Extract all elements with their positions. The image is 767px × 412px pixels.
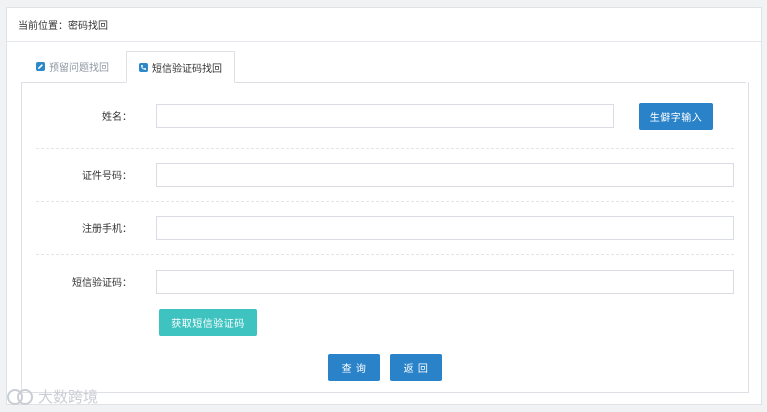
tab-bar: 预留问题找回 短信验证码找回 <box>22 51 746 83</box>
name-label: 姓名： <box>102 112 132 123</box>
watermark-text: 大数跨境 <box>38 388 99 406</box>
phone-input[interactable] <box>156 216 734 240</box>
back-button[interactable]: 返 回 <box>390 354 442 381</box>
divider <box>36 148 734 149</box>
phone-label: 注册手机： <box>82 224 132 235</box>
recovery-form: 姓名： 生僻字输入 证件号码： 注册手机： 短信验证码： 获取短信验证码 查 询… <box>21 82 749 393</box>
sms-code-label: 短信验证码： <box>72 278 132 289</box>
sms-code-input[interactable] <box>156 270 734 294</box>
tab-sms-code-label: 短信验证码找回 <box>152 63 222 75</box>
tab-security-question-label: 预留问题找回 <box>49 63 109 74</box>
id-number-label: 证件号码： <box>82 171 132 182</box>
divider <box>36 201 734 202</box>
watermark-logo-icon <box>7 388 33 405</box>
query-button[interactable]: 查 询 <box>328 354 380 381</box>
breadcrumb: 当前位置：密码找回 <box>7 8 761 42</box>
name-input[interactable] <box>156 104 614 128</box>
main-panel: 当前位置：密码找回 预留问题找回 短信验证码找回 姓名： 生僻字输入 证件号码：… <box>6 7 762 405</box>
phone-icon <box>139 62 148 72</box>
id-number-input[interactable] <box>156 163 734 187</box>
tab-sms-code[interactable]: 短信验证码找回 <box>126 51 235 83</box>
divider <box>36 254 734 255</box>
tab-security-question[interactable]: 预留问题找回 <box>24 51 121 82</box>
edit-icon <box>36 62 45 71</box>
get-sms-code-button[interactable]: 获取短信验证码 <box>159 309 257 336</box>
rare-char-input-button[interactable]: 生僻字输入 <box>639 103 713 130</box>
watermark: 大数跨境 <box>6 386 98 407</box>
breadcrumb-text: 当前位置：密码找回 <box>18 21 108 32</box>
